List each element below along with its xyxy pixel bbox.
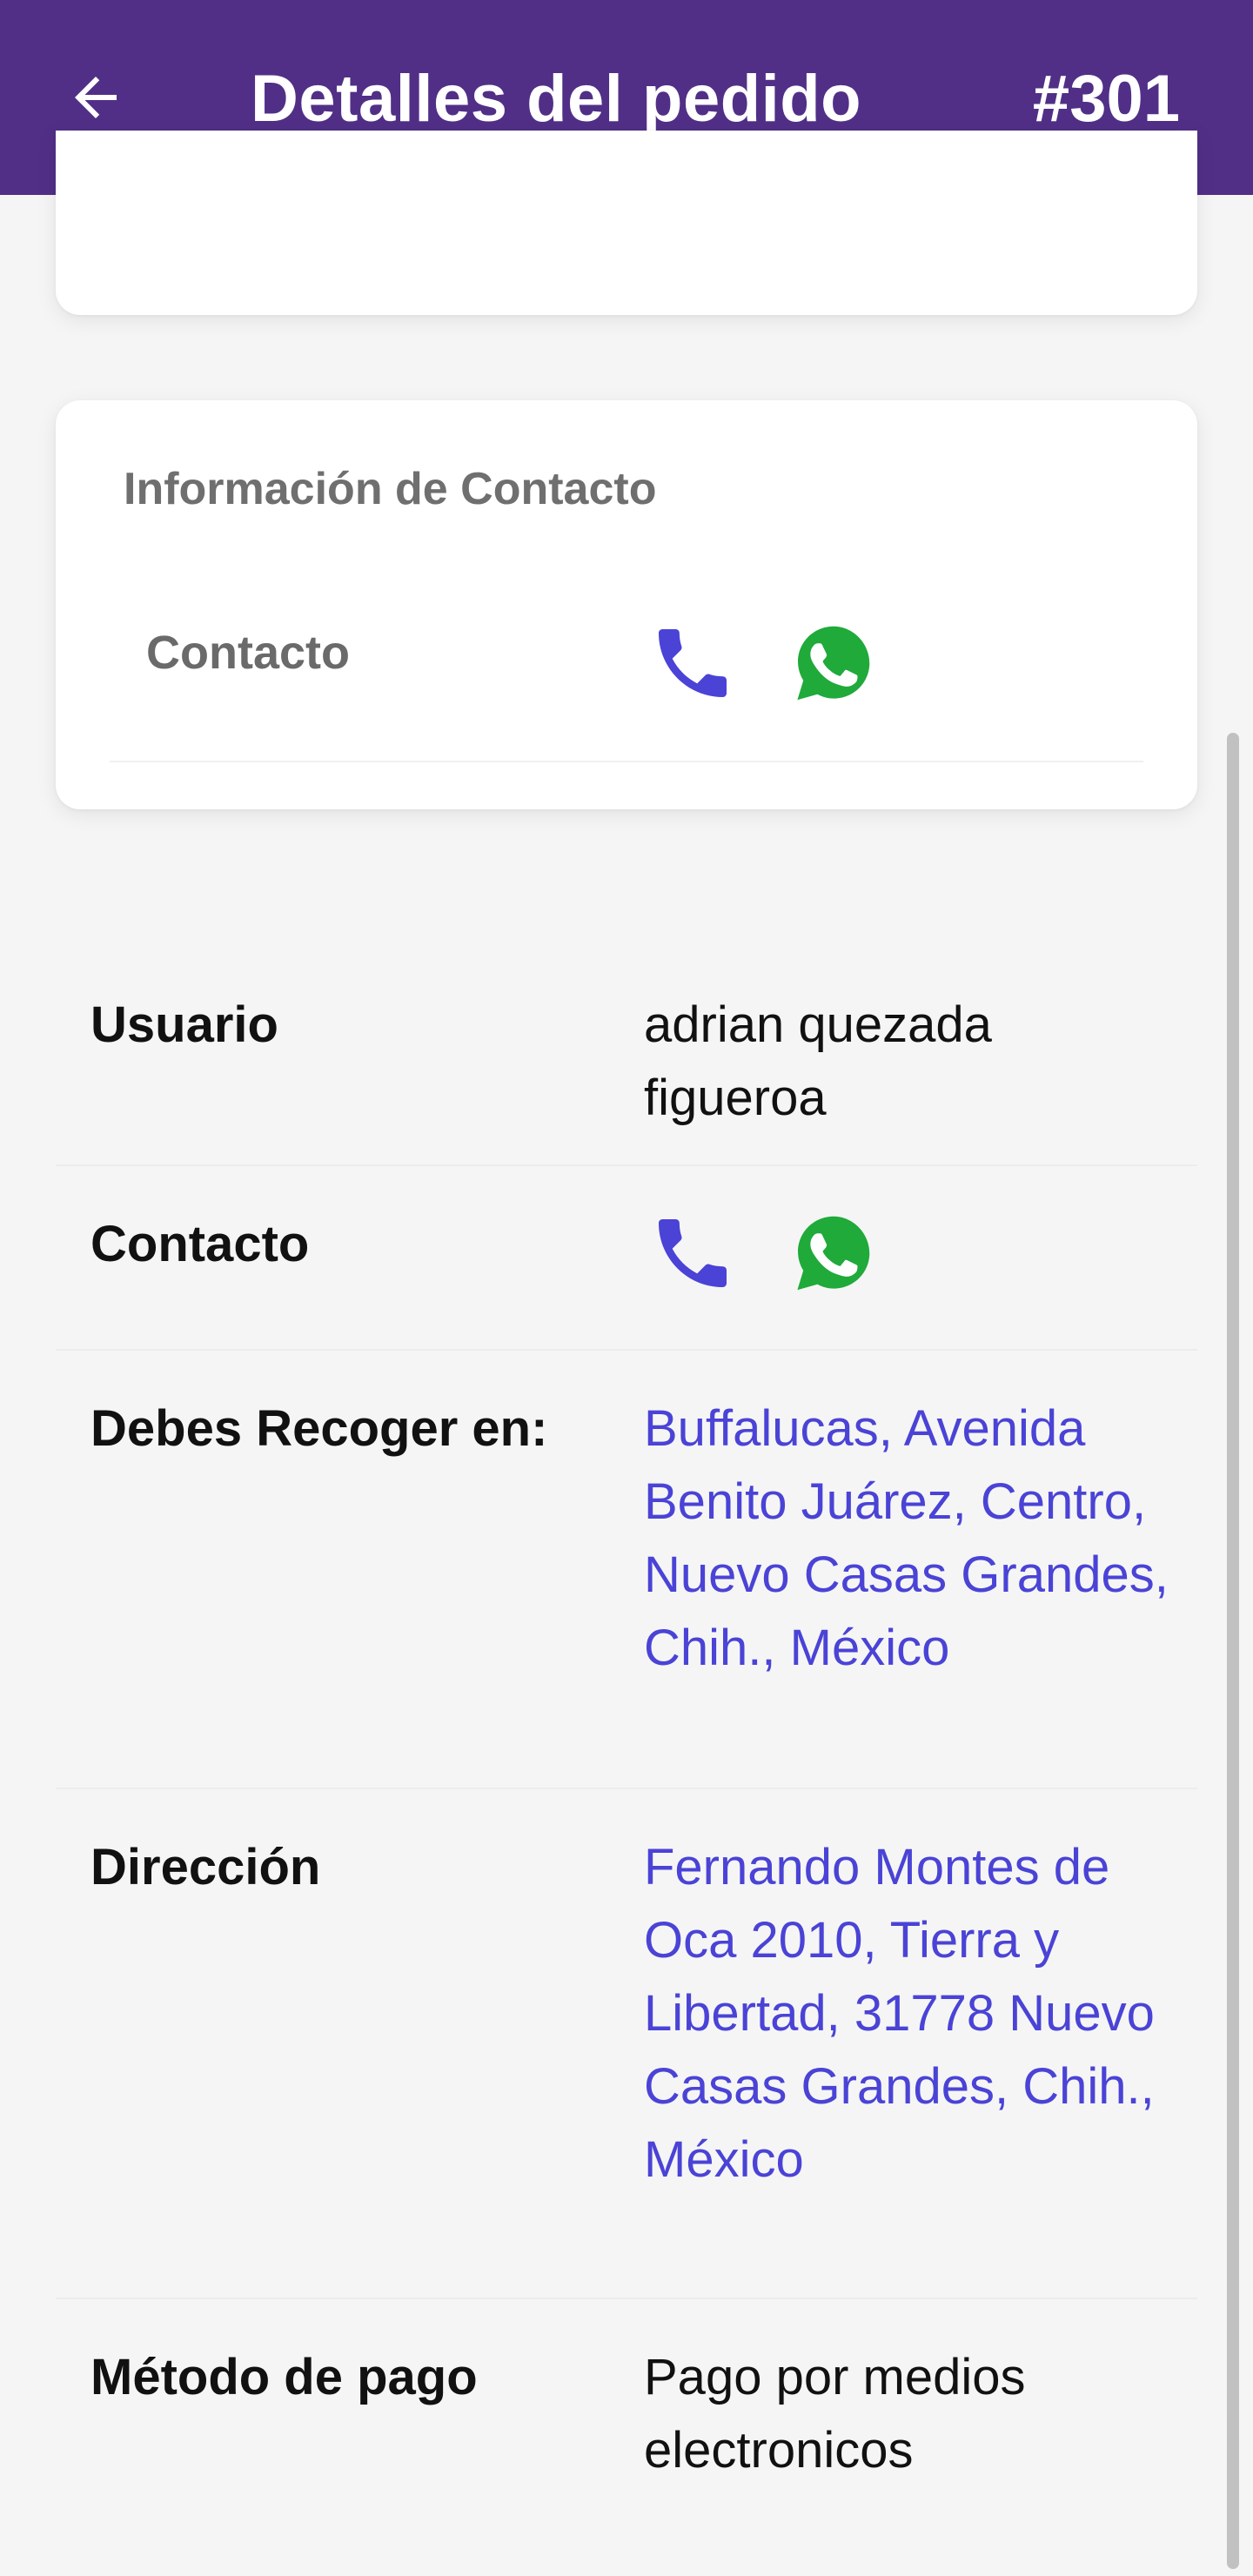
pickup-label: Debes Recoger en: xyxy=(90,1400,548,1457)
order-summary-card xyxy=(56,131,1197,315)
contact-card-divider xyxy=(110,761,1143,762)
row-divider xyxy=(56,2298,1197,2299)
whatsapp-icon xyxy=(797,626,870,701)
pickup-address-link[interactable]: Buffalucas, Avenida Benito Juárez, Centr… xyxy=(644,1392,1183,1685)
phone-icon xyxy=(659,629,727,697)
order-details-screen: Detalles del pedido #301 Información de … xyxy=(0,0,1253,2576)
order-number: #301 xyxy=(1032,62,1180,136)
user-phone-call-button[interactable] xyxy=(647,1208,738,1298)
user-whatsapp-button[interactable] xyxy=(788,1208,879,1298)
back-button[interactable] xyxy=(52,54,139,141)
user-label: Usuario xyxy=(90,996,278,1053)
address-label: Dirección xyxy=(90,1839,321,1895)
whatsapp-button[interactable] xyxy=(788,618,879,708)
scrollbar[interactable] xyxy=(1227,733,1239,2569)
row-divider xyxy=(56,1349,1197,1351)
user-value: adrian quezada figueroa xyxy=(644,996,992,1126)
phone-call-button[interactable] xyxy=(647,618,738,708)
contact-card-label: Contacto xyxy=(146,627,350,679)
page-title: Detalles del pedido xyxy=(251,62,862,136)
payment-method-label: Método de pago xyxy=(90,2349,478,2405)
row-divider xyxy=(56,1788,1197,1789)
contact-label: Contacto xyxy=(90,1216,310,1272)
row-divider xyxy=(56,1164,1197,1166)
arrow-back-icon xyxy=(75,77,117,118)
payment-method-value: Pago por medios electronicos xyxy=(644,2349,1026,2479)
contact-info-card: Información de Contacto Contacto xyxy=(56,400,1197,809)
delivery-address-link[interactable]: Fernando Montes de Oca 2010, Tierra y Li… xyxy=(644,1831,1183,2197)
phone-icon xyxy=(659,1219,727,1287)
whatsapp-icon xyxy=(797,1216,870,1291)
contact-card-title: Información de Contacto xyxy=(124,464,657,514)
